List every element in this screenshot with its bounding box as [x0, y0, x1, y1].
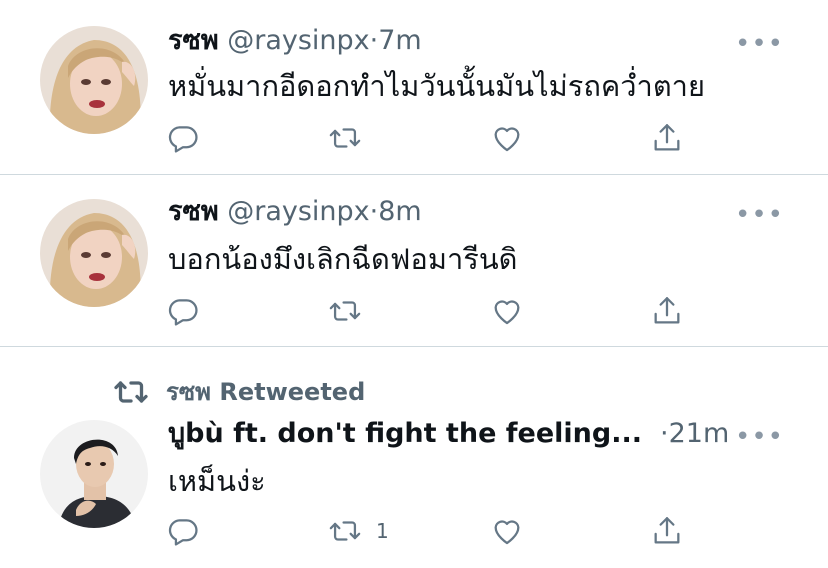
timestamp[interactable]: 21m	[669, 418, 730, 449]
timestamp[interactable]: 7m	[378, 25, 421, 56]
separator: ·	[369, 196, 379, 227]
retweet-icon	[329, 521, 361, 541]
avatar[interactable]	[40, 420, 148, 528]
tweet-text: เหม็นง่ะ	[168, 464, 266, 498]
like-button[interactable]	[490, 513, 538, 549]
tweet-text: หมั่นมากอีดอกทำไมวันนั้นมันไม่รถคว่ำตาย	[168, 69, 705, 103]
share-button[interactable]	[650, 513, 684, 549]
author-handle[interactable]: @raysinpx	[227, 25, 369, 56]
author-name[interactable]: บูbù ft. don't fight the feeling...	[168, 418, 642, 449]
more-icon[interactable]: •••	[735, 31, 784, 57]
avatar[interactable]	[40, 199, 148, 307]
avatar[interactable]	[40, 26, 148, 134]
retweet-button[interactable]	[328, 293, 376, 329]
retweet-icon	[329, 301, 361, 321]
retweet-button[interactable]: 1	[328, 513, 389, 549]
tweet[interactable]: รซพ @raysinpx·8m ••• บอกน้องมึงเลิกฉีดฟอ…	[0, 175, 828, 346]
retweet-count: 1	[376, 519, 389, 543]
share-icon	[654, 297, 680, 324]
tweet-actions: 1	[166, 513, 706, 549]
reply-icon	[168, 519, 198, 546]
tweet-actions	[166, 293, 706, 329]
tweet[interactable]: บูbù ft. don't fight the feeling... ·21m…	[0, 347, 828, 568]
heart-icon	[494, 300, 520, 325]
tweet[interactable]: รซพ @raysinpx·7m ••• หมั่นมากอีดอกทำไมวั…	[0, 0, 828, 174]
author-name[interactable]: รซพ	[168, 196, 219, 227]
heart-icon	[494, 127, 520, 152]
share-button[interactable]	[650, 293, 684, 329]
timestamp[interactable]: 8m	[378, 196, 421, 227]
share-button[interactable]	[650, 120, 684, 156]
reply-icon	[168, 126, 198, 153]
reply-icon	[168, 299, 198, 326]
reply-button[interactable]	[166, 513, 214, 549]
more-icon[interactable]: •••	[735, 202, 784, 228]
share-icon	[654, 124, 680, 151]
tweet-text: บอกน้องมึงเลิกฉีดฟอมารีนดิ	[168, 242, 518, 276]
share-icon	[654, 517, 680, 544]
tweet-actions	[166, 120, 706, 156]
heart-icon	[494, 520, 520, 545]
reply-button[interactable]	[166, 120, 214, 156]
separator: ·	[369, 25, 379, 56]
like-button[interactable]	[490, 120, 538, 156]
reply-button[interactable]	[166, 293, 214, 329]
author-name[interactable]: รซพ	[168, 25, 219, 56]
separator: ·	[660, 418, 669, 449]
more-icon[interactable]: •••	[735, 424, 784, 450]
retweet-icon	[329, 128, 361, 148]
author-handle[interactable]: @raysinpx	[227, 196, 369, 227]
like-button[interactable]	[490, 293, 538, 329]
retweet-button[interactable]	[328, 120, 376, 156]
